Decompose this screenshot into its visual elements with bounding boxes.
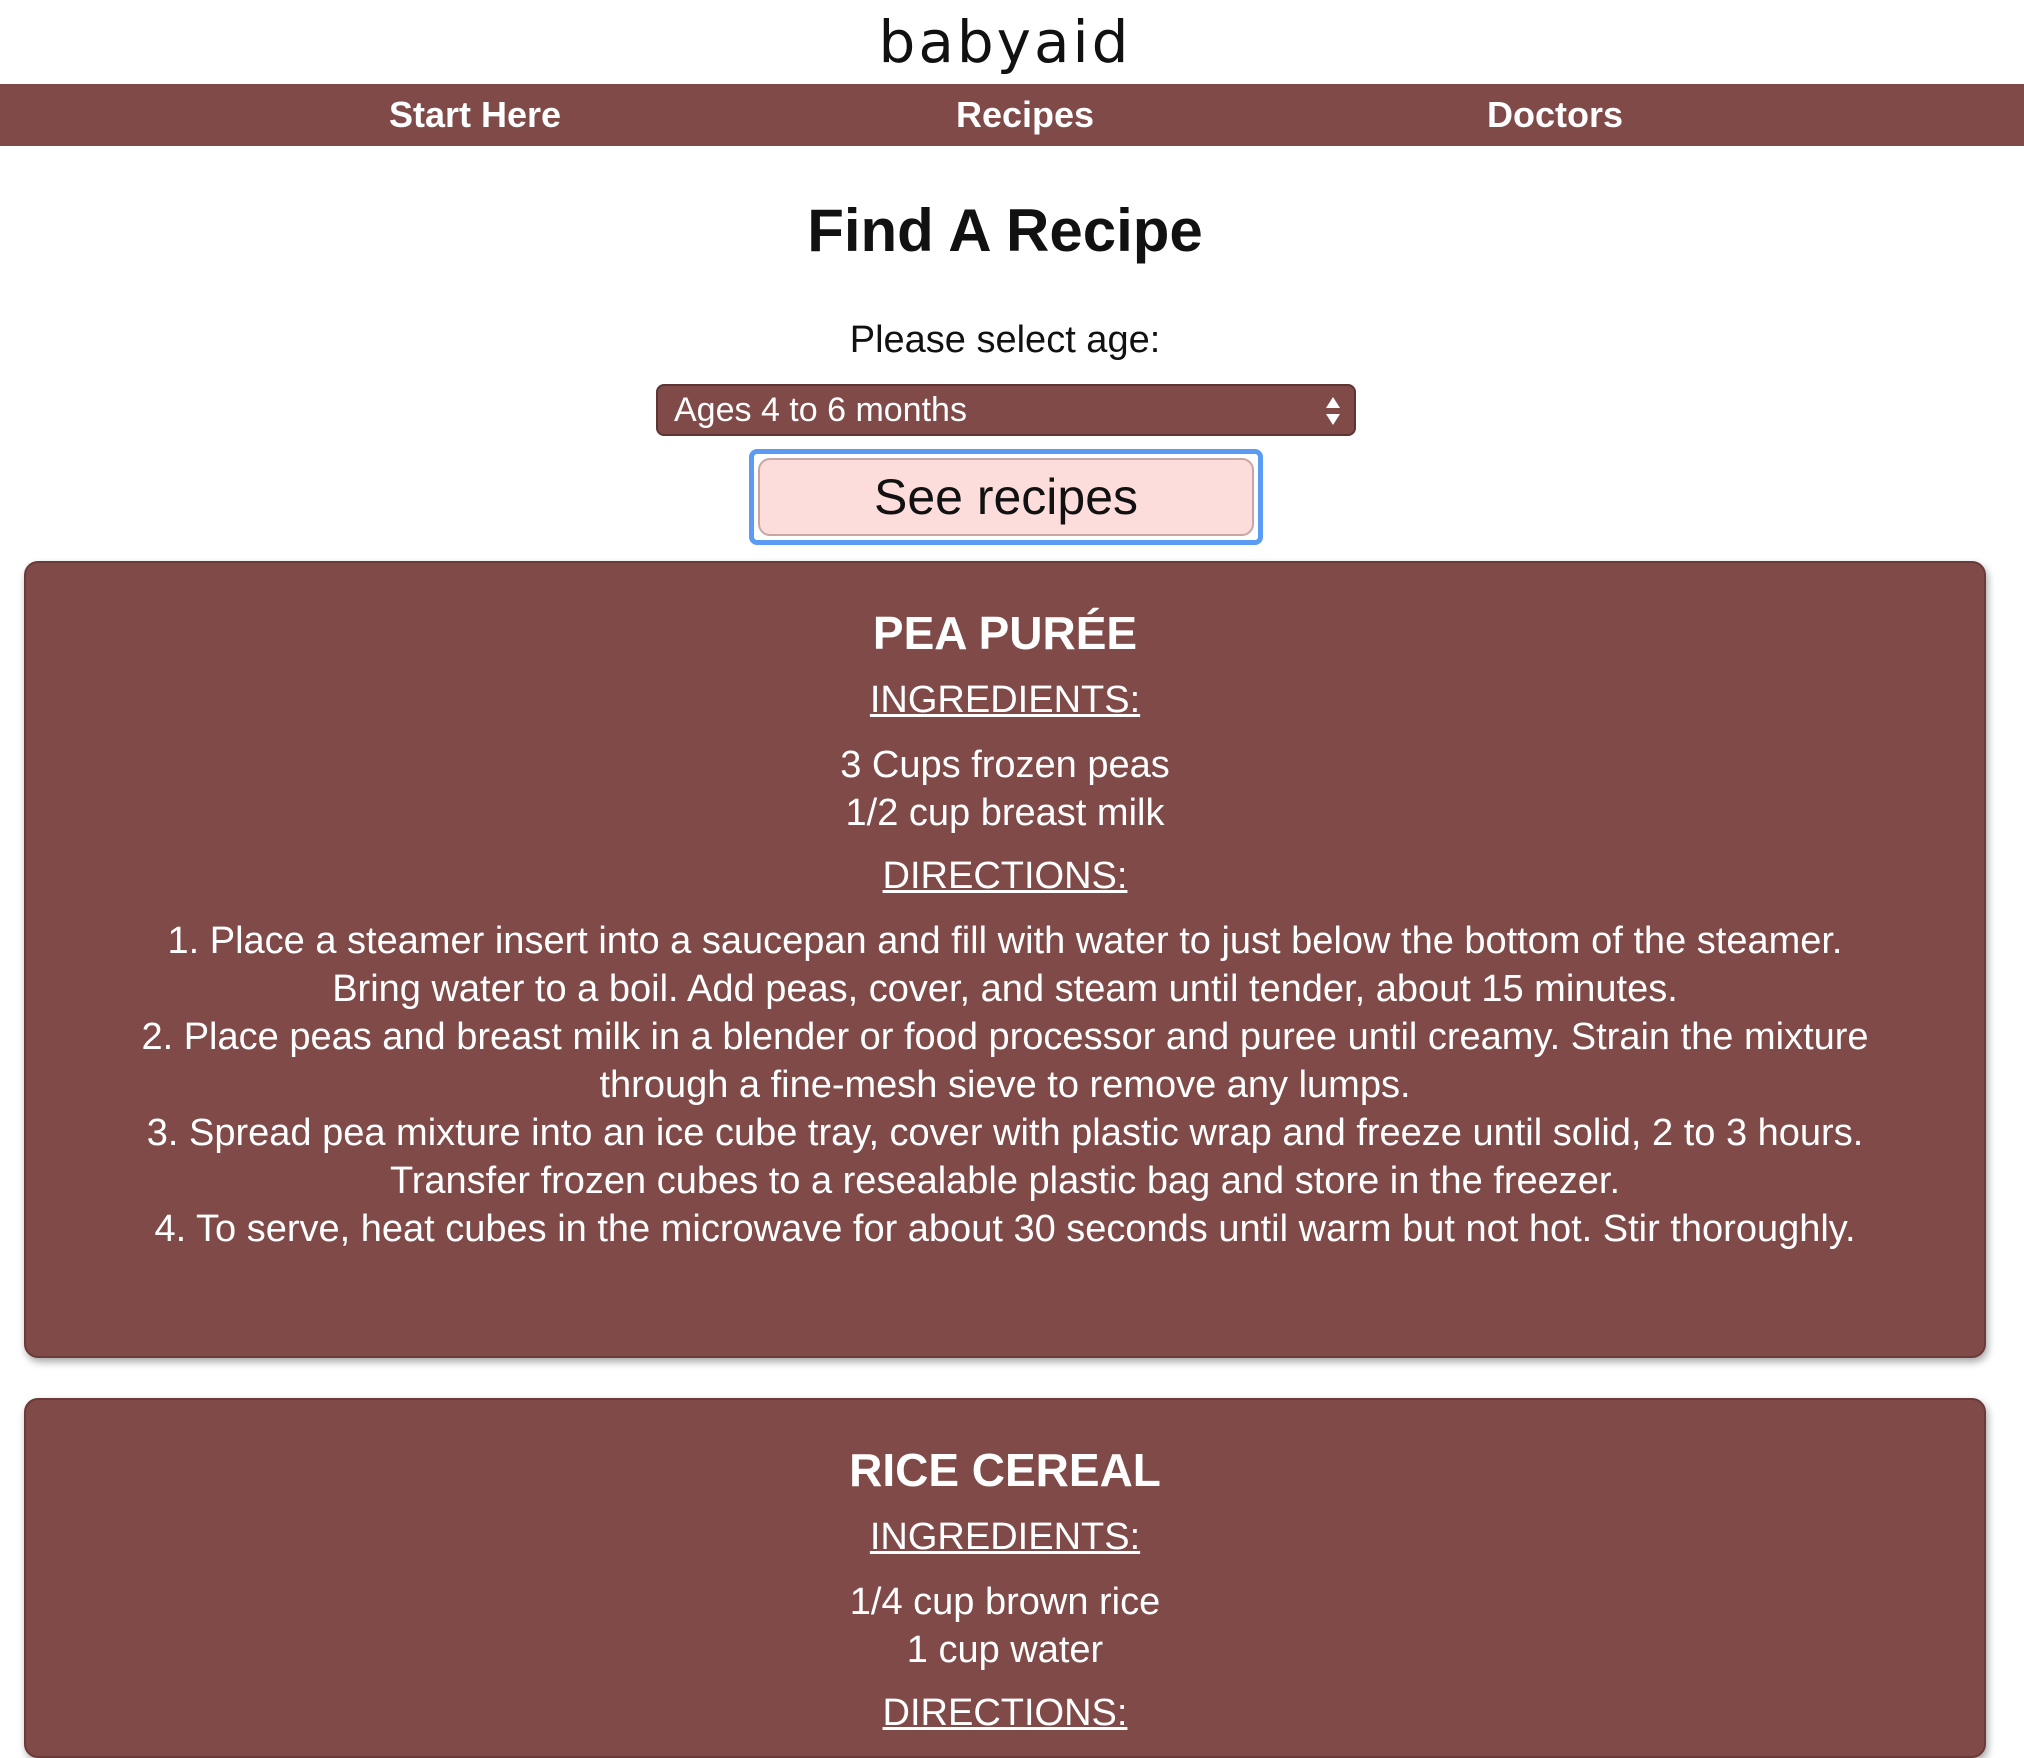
age-select-value: Ages 4 to 6 months (674, 390, 967, 429)
ingredient-item: 3 Cups frozen peas (840, 744, 1170, 786)
direction-step: 3. Spread pea mixture into an ice cube t… (146, 1112, 1864, 1202)
see-recipes-focus-ring: See recipes (749, 449, 1263, 545)
directions-heading: DIRECTIONS: (882, 855, 1128, 897)
recipe-card: PEA PURÉE INGREDIENTS: 3 Cups frozen pea… (24, 561, 1986, 1358)
recipe-title: PEA PURÉE (872, 607, 1138, 659)
recipe-title: RICE CEREAL (849, 1444, 1161, 1496)
site-logo[interactable]: babyaid (0, 0, 2010, 84)
recipe-card: RICE CEREAL INGREDIENTS: 1/4 cup brown r… (24, 1398, 1986, 1758)
see-recipes-button[interactable]: See recipes (758, 458, 1254, 536)
ingredient-item: 1/4 cup brown rice (849, 1581, 1161, 1623)
directions-heading: DIRECTIONS: (882, 1692, 1128, 1734)
age-select-label: Please select age: (849, 319, 1161, 361)
ingredient-list: 3 Cups frozen peas 1/2 cup breast milk (26, 741, 1984, 837)
main-nav: Start Here Recipes Doctors (0, 84, 2024, 146)
direction-step: 2. Place peas and breast milk in a blend… (141, 1016, 1869, 1106)
direction-step: 4. To serve, heat cubes in the microwave… (154, 1208, 1856, 1250)
nav-item-start-here[interactable]: Start Here (325, 84, 625, 146)
direction-step: 1. Place a steamer insert into a saucepa… (167, 920, 1843, 1010)
nav-item-doctors[interactable]: Doctors (1405, 84, 1705, 146)
age-select[interactable]: Ages 4 to 6 months (656, 384, 1356, 436)
ingredient-list: 1/4 cup brown rice 1 cup water (26, 1578, 1984, 1674)
select-arrows-icon (1326, 397, 1340, 425)
ingredients-heading: INGREDIENTS: (869, 1516, 1141, 1558)
ingredient-item: 1 cup water (906, 1629, 1104, 1671)
page-title: Find A Recipe (807, 197, 1203, 264)
ingredient-item: 1/2 cup breast milk (845, 792, 1165, 834)
directions-list: 1. Place a steamer insert into a saucepa… (135, 917, 1875, 1253)
ingredients-heading: INGREDIENTS: (869, 679, 1141, 721)
nav-item-recipes[interactable]: Recipes (875, 84, 1175, 146)
